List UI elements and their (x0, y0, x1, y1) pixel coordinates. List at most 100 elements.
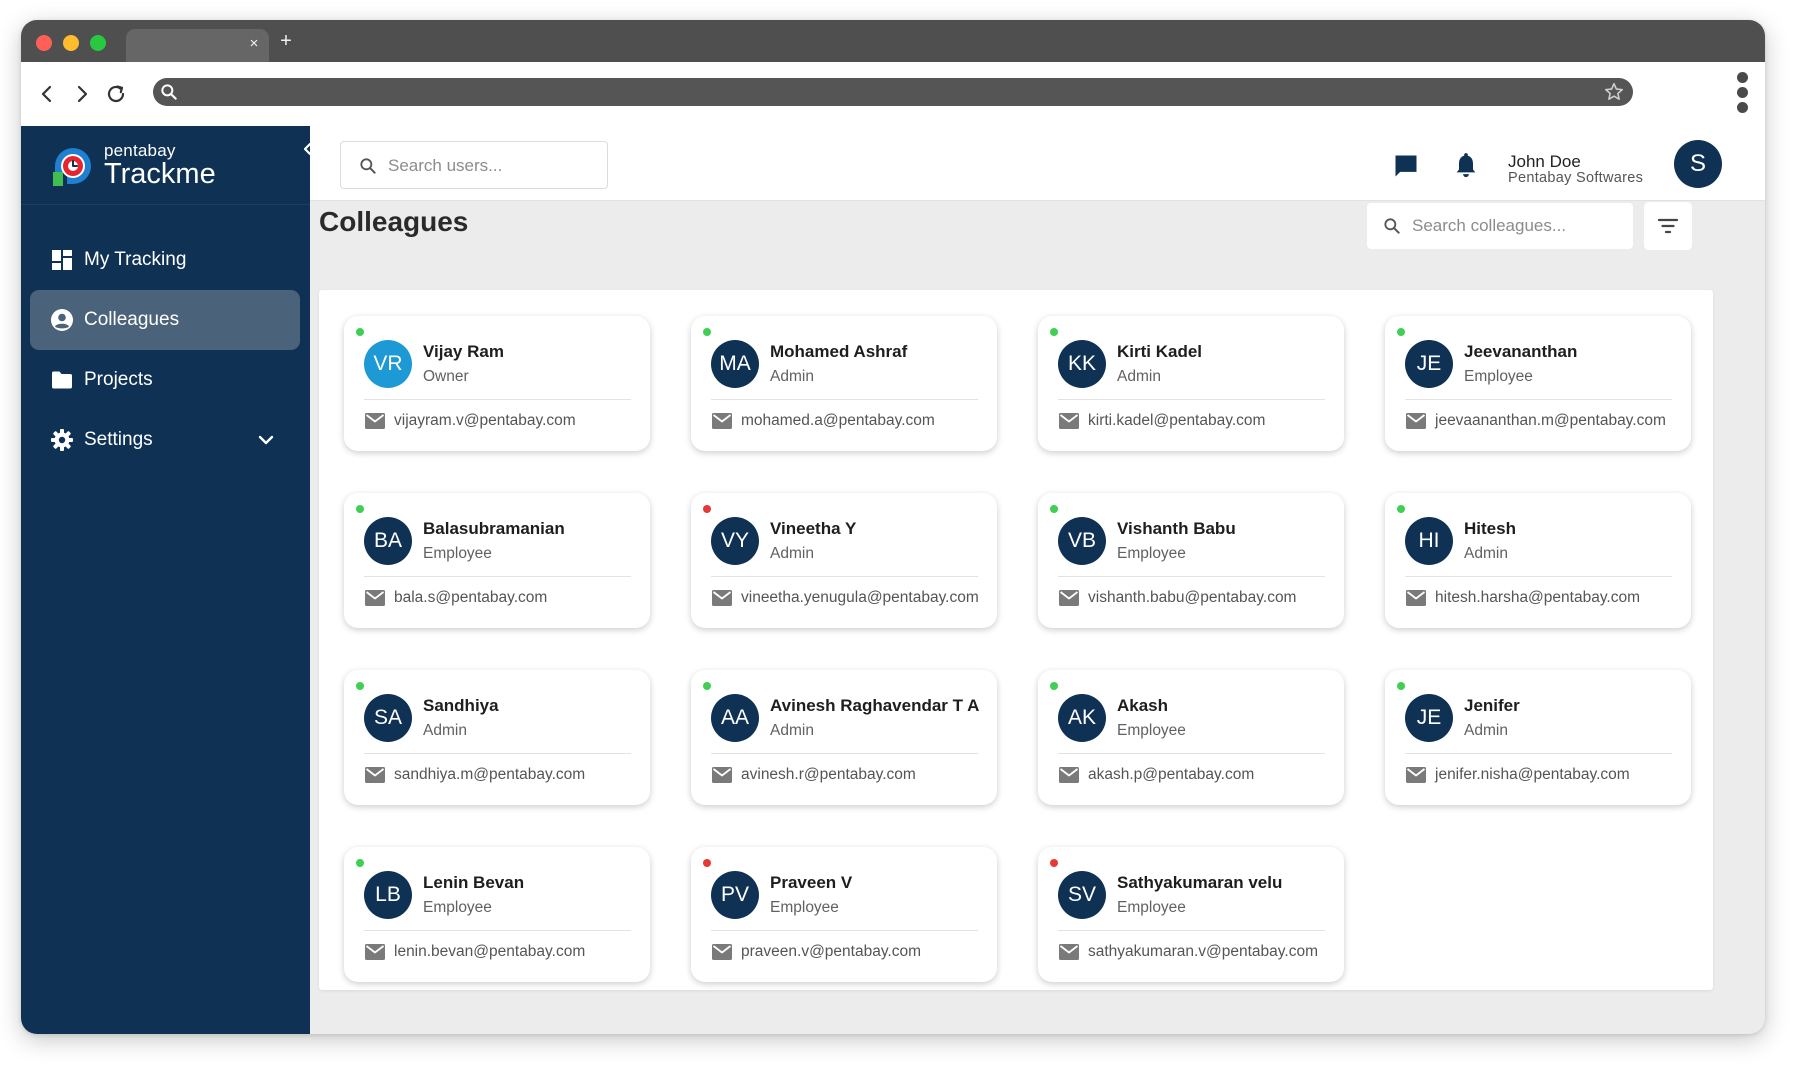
colleague-avatar: PV (711, 871, 759, 919)
colleague-email[interactable]: bala.s@pentabay.com (394, 589, 547, 607)
card-divider (1405, 576, 1672, 577)
mail-icon (712, 767, 732, 783)
colleague-card[interactable]: KK Kirti Kadel Admin kirti.kadel@pentabay.c… (1038, 316, 1344, 451)
colleague-email[interactable]: praveen.v@pentabay.com (741, 943, 921, 961)
mail-icon (1059, 590, 1079, 606)
card-divider (1405, 753, 1672, 754)
user-search-input[interactable] (388, 152, 598, 180)
dashboard-icon (52, 250, 72, 270)
colleague-email[interactable]: vijayram.v@pentabay.com (394, 412, 576, 430)
url-field[interactable] (153, 78, 1633, 106)
colleague-card[interactable]: AK Akash Employee akash.p@pentabay.com (1038, 670, 1344, 805)
colleague-card[interactable]: SV Sathyakumaran velu Employee sathyakumara… (1038, 847, 1344, 982)
sidebar-item-label: My Tracking (84, 249, 187, 270)
colleague-email[interactable]: vineetha.yenugula@pentabay.com (741, 589, 979, 607)
new-tab-icon[interactable]: + (277, 31, 295, 51)
colleague-role: Owner (423, 368, 469, 385)
card-divider (1058, 930, 1325, 931)
tab-close-icon[interactable]: × (246, 36, 262, 52)
browser-window: × + pentabay Trackme My Tracking Colleag… (21, 20, 1765, 1034)
window-minimize-dot[interactable] (63, 35, 79, 51)
card-divider (364, 753, 631, 754)
colleague-card[interactable]: AA Avinesh Raghavendar T A Admin avinesh.r@… (691, 670, 997, 805)
mail-icon (365, 590, 385, 606)
colleague-name: Akash (1117, 696, 1169, 715)
colleague-email[interactable]: kirti.kadel@pentabay.com (1088, 412, 1265, 430)
mail-icon (365, 944, 385, 960)
colleague-email[interactable]: lenin.bevan@pentabay.com (394, 943, 585, 961)
status-dot (703, 328, 711, 336)
sidebar-item-settings[interactable]: Settings (30, 410, 300, 470)
search-icon (1384, 218, 1400, 234)
bell-icon[interactable] (1452, 152, 1480, 180)
colleague-role: Employee (770, 899, 839, 916)
status-dot (703, 859, 711, 867)
card-divider (711, 753, 978, 754)
colleague-card[interactable]: PV Praveen V Employee praveen.v@pentabay.co… (691, 847, 997, 982)
colleague-email[interactable]: akash.p@pentabay.com (1088, 766, 1254, 784)
colleague-card[interactable]: JE Jeevananthan Employee jeevaananthan.m@pe… (1385, 316, 1691, 451)
colleague-search-box[interactable] (1367, 203, 1633, 249)
back-arrow-icon[interactable] (35, 82, 59, 106)
status-dot (1397, 328, 1405, 336)
colleague-email[interactable]: sathyakumaran.v@pentabay.com (1088, 943, 1318, 961)
window-close-dot[interactable] (36, 35, 52, 51)
page-title: Colleagues (319, 206, 469, 237)
browser-menu-icon[interactable] (1735, 72, 1749, 116)
colleague-role: Employee (1117, 722, 1186, 739)
chat-icon[interactable] (1392, 152, 1420, 180)
bookmark-star-icon[interactable] (1603, 81, 1625, 103)
colleague-avatar: BA (364, 517, 412, 565)
forward-arrow-icon[interactable] (70, 82, 94, 106)
window-maximize-dot[interactable] (90, 35, 106, 51)
search-icon (360, 158, 376, 174)
colleague-name: Jenifer (1464, 696, 1520, 715)
colleague-card[interactable]: VB Vishanth Babu Employee vishanth.babu@pen… (1038, 493, 1344, 628)
reload-icon[interactable] (104, 82, 128, 106)
colleague-email[interactable]: mohamed.a@pentabay.com (741, 412, 935, 430)
browser-tab-bar: × + (21, 20, 1765, 62)
colleague-card[interactable]: HI Hitesh Admin hitesh.harsha@pentabay.com (1385, 493, 1691, 628)
account-circle-icon (51, 309, 73, 331)
browser-tab[interactable]: × (126, 29, 269, 62)
card-divider (364, 930, 631, 931)
status-dot (703, 505, 711, 513)
status-dot (356, 328, 364, 336)
brand-logo[interactable]: pentabay Trackme (49, 138, 279, 198)
chevron-down-icon[interactable] (254, 428, 278, 452)
colleague-email[interactable]: avinesh.r@pentabay.com (741, 766, 916, 784)
colleague-card[interactable]: JE Jenifer Admin jenifer.nisha@pentabay.com (1385, 670, 1691, 805)
sidebar-item-my-tracking[interactable]: My Tracking (30, 230, 300, 290)
colleague-email[interactable]: hitesh.harsha@pentabay.com (1435, 589, 1640, 607)
filter-button[interactable] (1644, 202, 1692, 250)
status-dot (1050, 859, 1058, 867)
sidebar-item-label: Settings (84, 429, 153, 450)
user-search-box[interactable] (340, 141, 608, 189)
colleague-avatar: AA (711, 694, 759, 742)
colleague-card[interactable]: MA Mohamed Ashraf Admin mohamed.a@pentabay.… (691, 316, 997, 451)
colleague-search-input[interactable] (1412, 212, 1622, 240)
colleague-card[interactable]: SA Sandhiya Admin sandhiya.m@pentabay.com (344, 670, 650, 805)
user-avatar[interactable]: S (1674, 140, 1722, 188)
colleague-avatar: VR (364, 340, 412, 388)
colleague-card[interactable]: LB Lenin Bevan Employee lenin.bevan@pentaba… (344, 847, 650, 982)
colleague-avatar: SV (1058, 871, 1106, 919)
colleague-card[interactable]: VY Vineetha Y Admin vineetha.yenugula@penta… (691, 493, 997, 628)
colleague-email[interactable]: sandhiya.m@pentabay.com (394, 766, 585, 784)
sidebar-item-label: Colleagues (84, 309, 180, 330)
colleague-card[interactable]: VR Vijay Ram Owner vijayram.v@pentabay.com (344, 316, 650, 451)
colleague-email[interactable]: jeevaananthan.m@pentabay.com (1435, 412, 1666, 430)
colleague-role: Employee (1117, 899, 1186, 916)
user-name: John Doe (1508, 152, 1581, 171)
colleague-avatar: AK (1058, 694, 1106, 742)
trackme-logo-icon (53, 148, 91, 186)
folder-icon (52, 371, 72, 389)
sidebar-item-colleagues[interactable]: Colleagues (30, 290, 300, 350)
colleague-email[interactable]: vishanth.babu@pentabay.com (1088, 589, 1296, 607)
colleague-card[interactable]: BA Balasubramanian Employee bala.s@pentabay… (344, 493, 650, 628)
colleague-role: Employee (423, 899, 492, 916)
colleague-email[interactable]: jenifer.nisha@pentabay.com (1435, 766, 1630, 784)
colleague-name: Jeevananthan (1464, 342, 1578, 361)
colleagues-panel: VR Vijay Ram Owner vijayram.v@pentabay.com M… (319, 290, 1713, 990)
sidebar-item-projects[interactable]: Projects (30, 350, 300, 410)
